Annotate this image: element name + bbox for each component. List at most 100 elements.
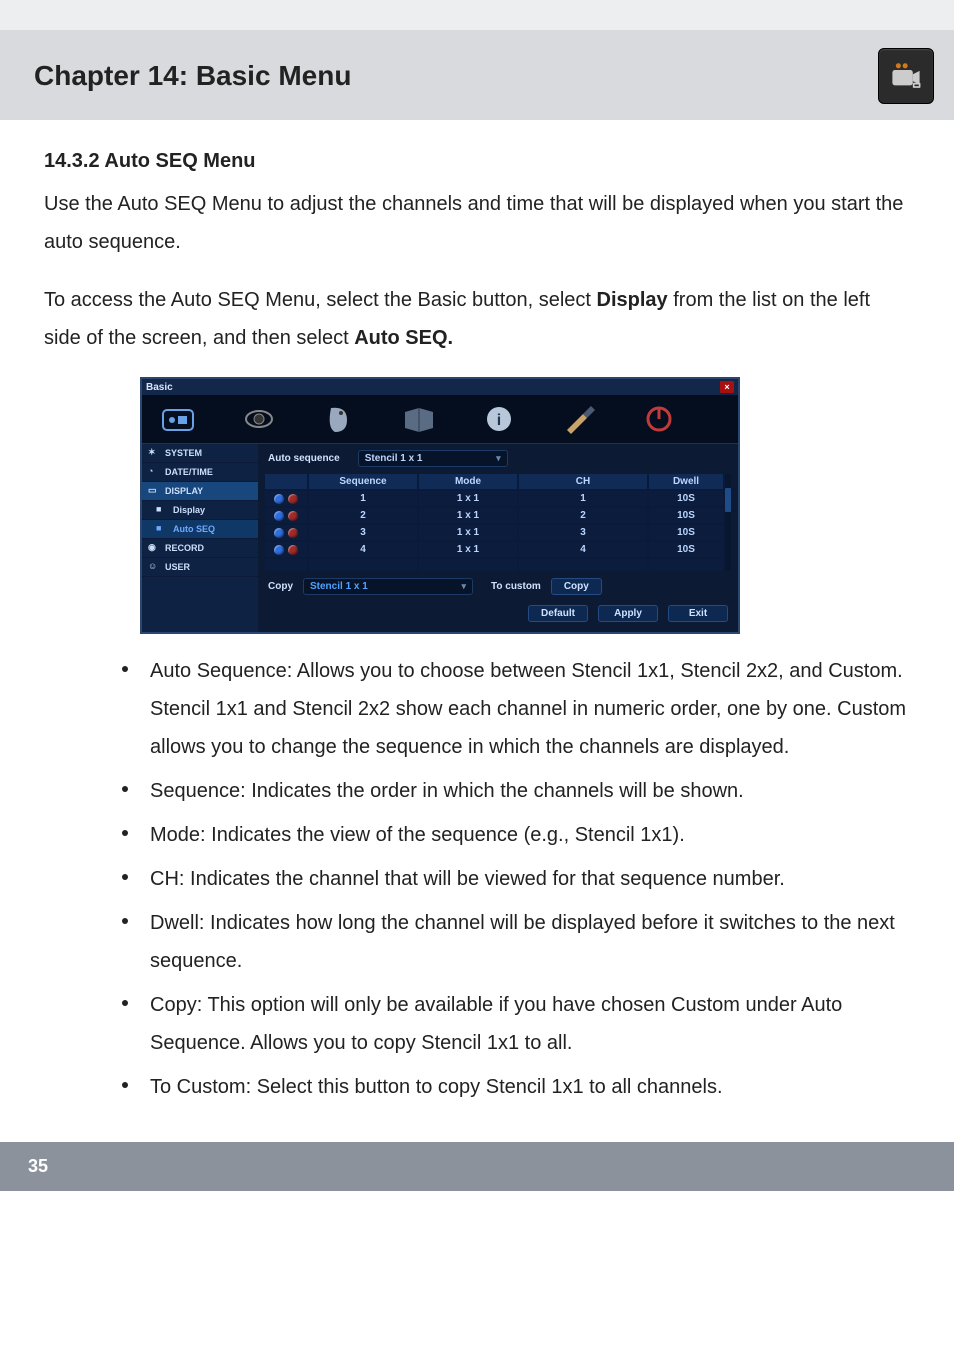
svg-text:i: i <box>497 412 501 429</box>
sidebar-label-display: DISPLAY <box>165 486 203 496</box>
table-scrollbar[interactable] <box>724 473 732 572</box>
table-row[interactable]: 4 1 x 1 4 10S <box>264 541 724 558</box>
bullet-text: allows you to change the sequence in whi… <box>150 736 789 758</box>
cell-dwell: 10S <box>648 507 724 524</box>
section-heading: 14.3.2 Auto SEQ Menu <box>44 150 910 173</box>
intro-paragraph-2: To access the Auto SEQ Menu, select the … <box>44 281 910 357</box>
table-row[interactable]: 1 1 x 1 1 10S <box>264 490 724 507</box>
bullet-text: This option will only be available if yo… <box>150 994 842 1054</box>
col-icons <box>264 473 308 490</box>
sidebar-label-display-sub: Display <box>173 505 205 515</box>
sidebar-subitem-autoseq[interactable]: ■Auto SEQ <box>142 520 258 539</box>
toolbar-shapes-icon[interactable] <box>154 401 204 437</box>
intro-paragraph-1: Use the Auto SEQ Menu to adjust the chan… <box>44 185 910 261</box>
bullet-text: and <box>248 698 292 720</box>
apply-button[interactable]: Apply <box>598 605 658 622</box>
row-dot-icon[interactable] <box>288 511 298 521</box>
bullet-icon: ■ <box>156 504 168 516</box>
bullet-title: Auto Sequence: <box>150 660 292 682</box>
sequence-table: Sequence Mode CH Dwell 1 1 x 1 1 <box>264 473 732 572</box>
row-dot-icon[interactable] <box>288 528 298 538</box>
toolbar-eye-icon[interactable] <box>234 401 284 437</box>
copy-dropdown[interactable]: Stencil 1 x 1 ▾ <box>303 578 473 595</box>
cell-mode: 1 x 1 <box>418 524 518 541</box>
close-button[interactable]: × <box>720 381 734 393</box>
user-icon: ☺ <box>148 561 160 573</box>
table-row-empty <box>264 558 724 572</box>
monitor-icon: ▭ <box>148 485 160 497</box>
bullet-title: To Custom: <box>150 1076 251 1098</box>
row-dot-icon[interactable] <box>274 528 284 538</box>
copy-dropdown-value: Stencil 1 x 1 <box>310 581 368 592</box>
col-sequence: Sequence <box>308 473 418 490</box>
cell-dwell: 10S <box>648 524 724 541</box>
sidebar-label-datetime: DATE/TIME <box>165 467 213 477</box>
autoseq-dropdown[interactable]: Stencil 1 x 1 ▾ <box>358 450 508 467</box>
sidebar-item-record[interactable]: ◉RECORD <box>142 539 258 558</box>
chevron-down-icon: ▾ <box>496 453 501 464</box>
table-row[interactable]: 2 1 x 1 2 10S <box>264 507 724 524</box>
bullet-title: Sequence: <box>150 780 246 802</box>
toolbar-brush-icon[interactable] <box>554 401 604 437</box>
toolbar: i <box>142 395 738 444</box>
toolbar-info-icon[interactable]: i <box>474 401 524 437</box>
row-dot-icon[interactable] <box>288 545 298 555</box>
clock-icon: ◔ <box>148 466 160 478</box>
bullet-text: show each channel in numeric order, one … <box>390 698 837 720</box>
toolbar-mouse-icon[interactable] <box>314 401 364 437</box>
bullet-copy: Copy: This option will only be available… <box>118 986 910 1068</box>
sidebar-item-user[interactable]: ☺ USER <box>142 558 258 577</box>
copy-label: Copy <box>268 581 293 592</box>
table-row[interactable]: 3 1 x 1 3 10S <box>264 524 724 541</box>
cell-mode: 1 x 1 <box>418 541 518 558</box>
bullet-text: Select this button to copy Stencil 1x1 t… <box>251 1076 722 1098</box>
bullet-text: Allows you to choose between Stencil 1x1… <box>292 660 902 682</box>
ui-sidebar: ✶SYSTEM ◔ DATE/TIME ▭ DISPLAY ■ Display ■Au… <box>142 444 258 632</box>
sidebar-label-autoseq-sub: Auto SEQ <box>173 524 215 534</box>
sidebar-item-datetime[interactable]: ◔ DATE/TIME <box>142 463 258 482</box>
col-ch: CH <box>518 473 648 490</box>
bullet-dwell: Dwell: Indicates how long the channel wi… <box>118 904 910 986</box>
row-dot-icon[interactable] <box>288 494 298 504</box>
sidebar-subitem-display[interactable]: ■ Display <box>142 501 258 520</box>
bullet-strong: Custom <box>837 698 906 720</box>
row-dot-icon[interactable] <box>274 545 284 555</box>
cell-ch: 1 <box>518 490 648 507</box>
ui-screenshot: Basic × i ✶SYSTEM ◔ DATE/TIME <box>44 377 910 634</box>
cell-dwell: 10S <box>648 490 724 507</box>
autoseq-label: Auto sequence <box>268 453 340 464</box>
exit-button[interactable]: Exit <box>668 605 728 622</box>
default-button[interactable]: Default <box>528 605 588 622</box>
bullet-autosequence: Auto Sequence: Allows you to choose betw… <box>118 652 910 772</box>
window-title: Basic <box>146 382 173 393</box>
camera-icon <box>878 48 934 104</box>
copy-button[interactable]: Copy <box>551 578 602 595</box>
sidebar-item-display[interactable]: ▭ DISPLAY <box>142 482 258 501</box>
toolbar-book-icon[interactable] <box>394 401 444 437</box>
scrollbar-thumb[interactable] <box>725 488 731 512</box>
row-dot-icon[interactable] <box>274 494 284 504</box>
sidebar-item-system[interactable]: ✶SYSTEM <box>142 444 258 463</box>
bullet-tocustom: To Custom: Select this button to copy St… <box>118 1068 910 1112</box>
page-footer: 35 <box>0 1142 954 1191</box>
toolbar-power-icon[interactable] <box>634 401 684 437</box>
bullet-title: CH: <box>150 868 184 890</box>
cell-dwell: 10S <box>648 541 724 558</box>
row-dot-icon[interactable] <box>274 511 284 521</box>
chapter-title: Chapter 14: Basic Menu <box>34 60 351 92</box>
description-list: Auto Sequence: Allows you to choose betw… <box>44 652 910 1112</box>
cell-seq: 4 <box>308 541 418 558</box>
bullet-sequence: Sequence: Indicates the order in which t… <box>118 772 910 816</box>
cell-seq: 2 <box>308 507 418 524</box>
bullet-ch: CH: Indicates the channel that will be v… <box>118 860 910 904</box>
chapter-header: Chapter 14: Basic Menu <box>0 0 954 120</box>
tocustom-label: To custom <box>491 581 541 592</box>
p2-a: To access the Auto SEQ Menu, select the … <box>44 289 597 311</box>
sidebar-label-user: USER <box>165 562 190 572</box>
p2-b: Display <box>597 289 668 311</box>
bullet-text: Indicates the channel that will be viewe… <box>184 868 784 890</box>
cell-seq: 1 <box>308 490 418 507</box>
bullet-mode: Mode: Indicates the view of the sequence… <box>118 816 910 860</box>
sidebar-label-record: RECORD <box>165 543 204 553</box>
page-number: 35 <box>28 1156 48 1176</box>
